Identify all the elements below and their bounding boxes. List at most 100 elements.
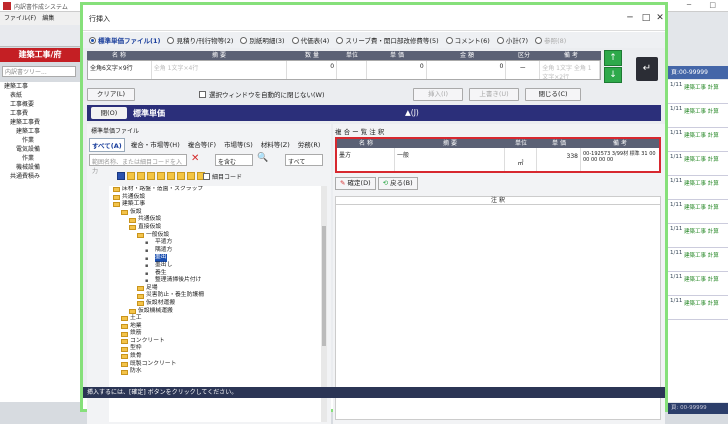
- cell-name[interactable]: 全角6文字×9行: [88, 61, 152, 79]
- app-right-row[interactable]: 1/11 建築工事 計算: [668, 152, 728, 176]
- level-icon[interactable]: [127, 172, 135, 180]
- app-tree-item[interactable]: 共通費積み: [0, 172, 80, 181]
- tree-item[interactable]: 共通仮設: [109, 216, 321, 224]
- tree-item[interactable]: 土工: [109, 315, 321, 323]
- clear-search-icon[interactable]: ✕: [191, 153, 199, 164]
- panel-close-button[interactable]: 閉(O): [91, 107, 127, 119]
- app-tree-item[interactable]: 建築工事費: [0, 118, 80, 127]
- app-tree-item[interactable]: 工事費: [0, 109, 80, 118]
- tree-item[interactable]: ▪ 養生: [109, 270, 321, 278]
- app-tree-item[interactable]: 建築工事: [0, 127, 80, 136]
- move-down-button[interactable]: ↓: [604, 67, 622, 83]
- radio-standard-price[interactable]: 標準単価ファイル(1): [89, 35, 160, 45]
- level-icon[interactable]: [177, 172, 185, 180]
- tree-item[interactable]: 災害防止・養生防護柵: [109, 292, 321, 300]
- tree-item[interactable]: 鉄筋: [109, 330, 321, 338]
- app-right-row[interactable]: 1/11 建築工事 計算: [668, 224, 728, 248]
- cell-division[interactable]: ー: [506, 61, 541, 79]
- tree-item[interactable]: ▪ 隅遣方: [109, 247, 321, 255]
- clear-button[interactable]: クリア(L): [87, 87, 135, 101]
- level-icon[interactable]: [117, 172, 125, 180]
- tree-item[interactable]: 仮設機械運搬: [109, 308, 321, 316]
- radio-cost-table[interactable]: 代価表(4): [291, 35, 329, 45]
- confirm-button[interactable]: ✎ 確定(D): [335, 177, 376, 190]
- level-icon[interactable]: [147, 172, 155, 180]
- app-tree-item[interactable]: 建築工事: [0, 82, 80, 91]
- tree-item[interactable]: ▪ 墨出: [109, 254, 321, 262]
- keep-open-checkbox[interactable]: [199, 90, 206, 98]
- level-icon[interactable]: [137, 172, 145, 180]
- app-minimize-button[interactable]: ─: [687, 1, 699, 9]
- app-right-row[interactable]: 1/11 建築工事 計算: [668, 80, 728, 104]
- close-dialog-button[interactable]: 閉じる(C): [525, 87, 581, 101]
- app-tree-item[interactable]: 電気設備: [0, 145, 80, 154]
- app-tree-item[interactable]: 機械設備: [0, 163, 80, 172]
- menu-edit[interactable]: 編集: [42, 15, 54, 22]
- tab-market[interactable]: 市場等(S): [222, 138, 255, 152]
- minimize-button[interactable]: ─: [623, 11, 637, 25]
- level-icon[interactable]: [157, 172, 165, 180]
- insert-button[interactable]: 挿入(I): [413, 87, 463, 101]
- cell-note[interactable]: 全角 1文字 全角 1文字×2行: [540, 61, 600, 81]
- app-tree-item[interactable]: 工事概要: [0, 100, 80, 109]
- tab-material[interactable]: 材料等(Z): [259, 138, 292, 152]
- app-right-row[interactable]: 1/11 建築工事 計算: [668, 272, 728, 296]
- tab-composite-market[interactable]: 複合・市場等(H): [129, 138, 182, 152]
- radio-subtotal[interactable]: 小計(7): [496, 35, 528, 45]
- app-tree-search[interactable]: 内訳書ツリー...: [2, 66, 76, 77]
- tree-item[interactable]: 直接仮設: [109, 224, 321, 232]
- entry-table-row[interactable]: 全角6文字×9行 全角 1文字×4行 0 0 0 ー 全角 1文字 全角 1文字…: [87, 60, 601, 81]
- app-right-row[interactable]: 1/11 建築工事 計算: [668, 176, 728, 200]
- search-icon[interactable]: 🔍: [257, 153, 271, 166]
- tree-item[interactable]: 一般仮設: [109, 232, 321, 240]
- tree-item[interactable]: 防水: [109, 368, 321, 376]
- radio-sleeve[interactable]: スリーブ費・開口部改修費等(5): [336, 35, 439, 45]
- tab-labor[interactable]: 労務(R): [296, 138, 323, 152]
- menu-file[interactable]: ファイル(F): [4, 15, 36, 22]
- cell-amount[interactable]: 0: [427, 61, 507, 79]
- detail-code-option[interactable]: 細目コード: [203, 172, 242, 181]
- tab-composite[interactable]: 複合等(F): [186, 138, 218, 152]
- app-window-controls[interactable]: ─ □: [687, 1, 724, 9]
- tree-item[interactable]: ▪ 墨出し: [109, 262, 321, 270]
- close-button[interactable]: ✕: [653, 11, 667, 25]
- back-button[interactable]: ⟲ 戻る(B): [377, 177, 418, 190]
- tree-item[interactable]: 仮設材運搬: [109, 300, 321, 308]
- tree-item[interactable]: 床材・路盤・造園・スクラップ: [109, 186, 321, 194]
- overwrite-button[interactable]: 上書き(U): [469, 87, 519, 101]
- tree-item[interactable]: 建築工事: [109, 201, 321, 209]
- tree-item[interactable]: 型枠: [109, 345, 321, 353]
- move-up-button[interactable]: ↑: [604, 50, 622, 66]
- app-maximize-button[interactable]: □: [709, 1, 724, 9]
- tab-all[interactable]: すべて(A): [89, 138, 125, 152]
- app-right-row[interactable]: 1/11 建築工事 計算: [668, 200, 728, 224]
- cell-unit[interactable]: [337, 61, 367, 79]
- tree-item[interactable]: ▪ 平遣方: [109, 239, 321, 247]
- tree-item[interactable]: ▪ 整理清掃後片付け: [109, 277, 321, 285]
- cell-qty[interactable]: 0: [287, 61, 338, 79]
- app-right-row[interactable]: 1/11 建築工事 計算: [668, 248, 728, 272]
- collapse-toggle[interactable]: ▲(J): [405, 108, 419, 117]
- cell-summary[interactable]: 全角 1文字×4行: [152, 61, 288, 79]
- radio-estimate[interactable]: 見積り/刊行物等(2): [167, 35, 233, 45]
- tree-item[interactable]: 鉄骨: [109, 353, 321, 361]
- app-right-row[interactable]: 1/11 建築工事 計算: [668, 128, 728, 152]
- level-icon[interactable]: [167, 172, 175, 180]
- cell-price[interactable]: 0: [367, 61, 427, 79]
- tree-item[interactable]: 足場: [109, 285, 321, 293]
- keep-open-option[interactable]: 選択ウィンドウを自動的に閉じない(W): [199, 89, 325, 99]
- app-tree-item[interactable]: 表紙: [0, 91, 80, 100]
- app-tree-item[interactable]: 作業: [0, 136, 80, 145]
- match-option-select[interactable]: を含む: [215, 154, 253, 166]
- detail-code-checkbox[interactable]: [203, 173, 210, 180]
- enter-button[interactable]: ↵: [636, 57, 658, 81]
- search-input[interactable]: 範囲名称、または細目コードを入力: [89, 154, 187, 175]
- radio-comment[interactable]: コメント(6): [445, 35, 490, 45]
- tree-scroll-thumb[interactable]: [322, 226, 326, 346]
- level-icon[interactable]: [187, 172, 195, 180]
- maximize-button[interactable]: □: [639, 11, 653, 25]
- radio-separate-detail[interactable]: 別紙明細(3): [240, 35, 285, 45]
- selected-item-row[interactable]: 墨方 一般 ㎡ 338 00-192573 3/99材 標準 31 00 00 …: [337, 148, 659, 171]
- scope-select[interactable]: すべて: [285, 154, 323, 166]
- app-right-row[interactable]: 1/11 建築工事 計算: [668, 104, 728, 128]
